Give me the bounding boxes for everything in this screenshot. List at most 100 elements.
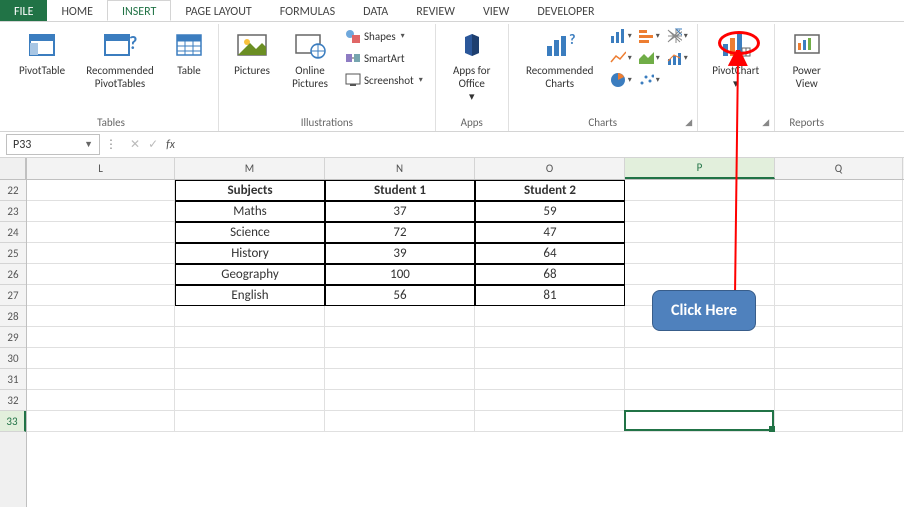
cell-P22[interactable] [625, 180, 775, 201]
cell-M30[interactable] [175, 348, 325, 369]
cell-O25[interactable]: 64 [475, 243, 625, 264]
cell-Q24[interactable] [775, 222, 903, 243]
tab-file[interactable]: FILE [0, 0, 47, 21]
cell-M32[interactable] [175, 390, 325, 411]
row-header-30[interactable]: 30 [0, 348, 26, 369]
cell-M31[interactable] [175, 369, 325, 390]
recommended-charts-button[interactable]: ? Recommended Charts [515, 26, 605, 92]
tab-data[interactable]: DATA [349, 0, 402, 21]
tab-review[interactable]: REVIEW [402, 0, 469, 21]
cell-M26[interactable]: Geography [175, 264, 325, 285]
line-chart-button[interactable]: ▾ [609, 48, 635, 68]
cell-O29[interactable] [475, 327, 625, 348]
cell-L28[interactable] [27, 306, 175, 327]
tab-insert[interactable]: INSERT [107, 0, 171, 21]
cell-Q27[interactable] [775, 285, 903, 306]
cell-M25[interactable]: History [175, 243, 325, 264]
cell-L31[interactable] [27, 369, 175, 390]
row-header-28[interactable]: 28 [0, 306, 26, 327]
cell-N25[interactable]: 39 [325, 243, 475, 264]
cell-P23[interactable] [625, 201, 775, 222]
formula-input[interactable] [183, 132, 904, 157]
cell-P32[interactable] [625, 390, 775, 411]
select-all-corner[interactable] [0, 158, 26, 180]
cell-M22[interactable]: Subjects [175, 180, 325, 201]
cell-N27[interactable]: 56 [325, 285, 475, 306]
pivotchart-dialog-launcher[interactable]: ◢ [760, 117, 772, 129]
cell-Q26[interactable] [775, 264, 903, 285]
cell-O28[interactable] [475, 306, 625, 327]
column-chart-button[interactable]: ▾ [609, 26, 635, 46]
cell-L33[interactable] [27, 411, 175, 432]
pie-chart-button[interactable]: ▾ [609, 70, 635, 90]
cell-N24[interactable]: 72 [325, 222, 475, 243]
cell-P33[interactable] [625, 411, 775, 432]
cell-P25[interactable] [625, 243, 775, 264]
cell-N22[interactable]: Student 1 [325, 180, 475, 201]
cell-N32[interactable] [325, 390, 475, 411]
cell-P26[interactable] [625, 264, 775, 285]
cell-M28[interactable] [175, 306, 325, 327]
cancel-icon[interactable]: ✕ [130, 137, 140, 152]
cell-N33[interactable] [325, 411, 475, 432]
power-view-button[interactable]: Power View [781, 26, 833, 92]
cell-Q25[interactable] [775, 243, 903, 264]
cell-N26[interactable]: 100 [325, 264, 475, 285]
cell-L27[interactable] [27, 285, 175, 306]
online-pictures-button[interactable]: Online Pictures [283, 26, 337, 92]
cell-P30[interactable] [625, 348, 775, 369]
recommended-pivottables-button[interactable]: ? Recommended PivotTables [78, 26, 162, 92]
bar-chart-button[interactable]: ▾ [637, 26, 663, 46]
cell-P31[interactable] [625, 369, 775, 390]
apps-for-office-button[interactable]: Apps for Office▾ [442, 26, 502, 105]
area-chart-button[interactable]: ▾ [637, 48, 663, 68]
cell-M33[interactable] [175, 411, 325, 432]
column-header-Q[interactable]: Q [775, 158, 903, 179]
fx-icon[interactable]: fx [166, 138, 175, 152]
enter-icon[interactable]: ✓ [148, 137, 158, 152]
column-header-N[interactable]: N [325, 158, 475, 179]
cell-N30[interactable] [325, 348, 475, 369]
column-header-M[interactable]: M [175, 158, 325, 179]
cell-O31[interactable] [475, 369, 625, 390]
pivotchart-button[interactable]: PivotChart▾ [704, 26, 768, 92]
tab-view[interactable]: VIEW [469, 0, 523, 21]
cell-O23[interactable]: 59 [475, 201, 625, 222]
cell-P24[interactable] [625, 222, 775, 243]
cell-L29[interactable] [27, 327, 175, 348]
pictures-button[interactable]: Pictures [225, 26, 279, 79]
cell-N28[interactable] [325, 306, 475, 327]
cell-Q23[interactable] [775, 201, 903, 222]
stock-chart-button[interactable]: ▾ [665, 26, 691, 46]
name-box[interactable]: P33▼ [6, 134, 100, 155]
cell-O22[interactable]: Student 2 [475, 180, 625, 201]
pivottable-button[interactable]: PivotTable [10, 26, 74, 79]
cell-Q30[interactable] [775, 348, 903, 369]
cell-O26[interactable]: 68 [475, 264, 625, 285]
table-button[interactable]: Table [166, 26, 212, 79]
cell-N23[interactable]: 37 [325, 201, 475, 222]
row-header-22[interactable]: 22 [0, 180, 26, 201]
tab-home[interactable]: HOME [47, 0, 107, 21]
tab-developer[interactable]: DEVELOPER [523, 0, 608, 21]
cell-M24[interactable]: Science [175, 222, 325, 243]
row-header-26[interactable]: 26 [0, 264, 26, 285]
cell-L26[interactable] [27, 264, 175, 285]
row-header-31[interactable]: 31 [0, 369, 26, 390]
cell-O32[interactable] [475, 390, 625, 411]
cell-Q32[interactable] [775, 390, 903, 411]
cell-Q31[interactable] [775, 369, 903, 390]
row-header-24[interactable]: 24 [0, 222, 26, 243]
column-header-P[interactable]: P [625, 158, 775, 179]
column-header-O[interactable]: O [475, 158, 625, 179]
screenshot-button[interactable]: Screenshot▾ [341, 70, 429, 90]
scatter-chart-button[interactable]: ▾ [637, 70, 663, 90]
cell-M27[interactable]: English [175, 285, 325, 306]
cell-N29[interactable] [325, 327, 475, 348]
cell-L25[interactable] [27, 243, 175, 264]
cell-Q28[interactable] [775, 306, 903, 327]
row-header-23[interactable]: 23 [0, 201, 26, 222]
cell-Q29[interactable] [775, 327, 903, 348]
cell-L30[interactable] [27, 348, 175, 369]
cell-M23[interactable]: Maths [175, 201, 325, 222]
